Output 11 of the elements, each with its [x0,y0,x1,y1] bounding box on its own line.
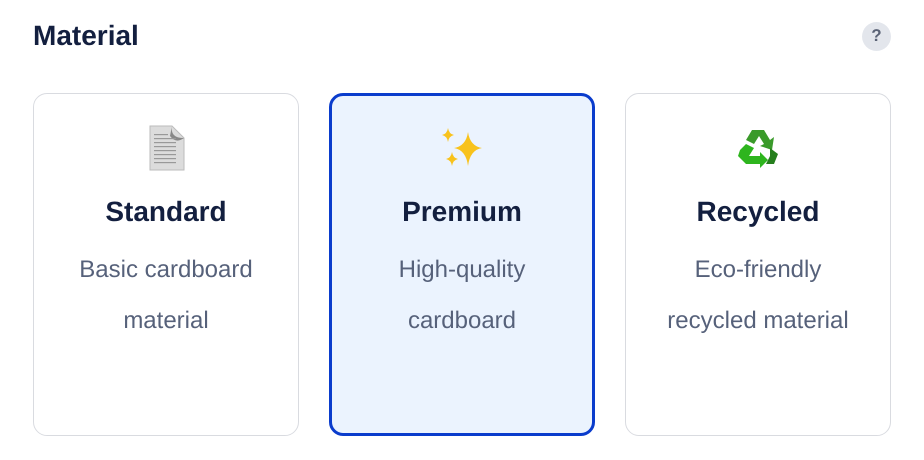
material-option-card[interactable]: Premium High-quality cardboard [329,93,595,436]
option-description: High-quality cardboard [398,255,526,336]
option-title: Recycled [696,196,820,228]
option-description: Basic cardboard material [78,255,254,336]
section-title: Material [33,20,139,52]
help-button[interactable]: ? [862,22,891,50]
option-title: Standard [105,196,227,228]
material-option-card[interactable]: Standard Basic cardboard material [33,93,299,436]
material-option-card[interactable]: Recycled Eco-friendly recycled material [625,93,891,436]
option-description: Eco-friendly recycled material [666,255,850,336]
option-title: Premium [402,196,522,228]
